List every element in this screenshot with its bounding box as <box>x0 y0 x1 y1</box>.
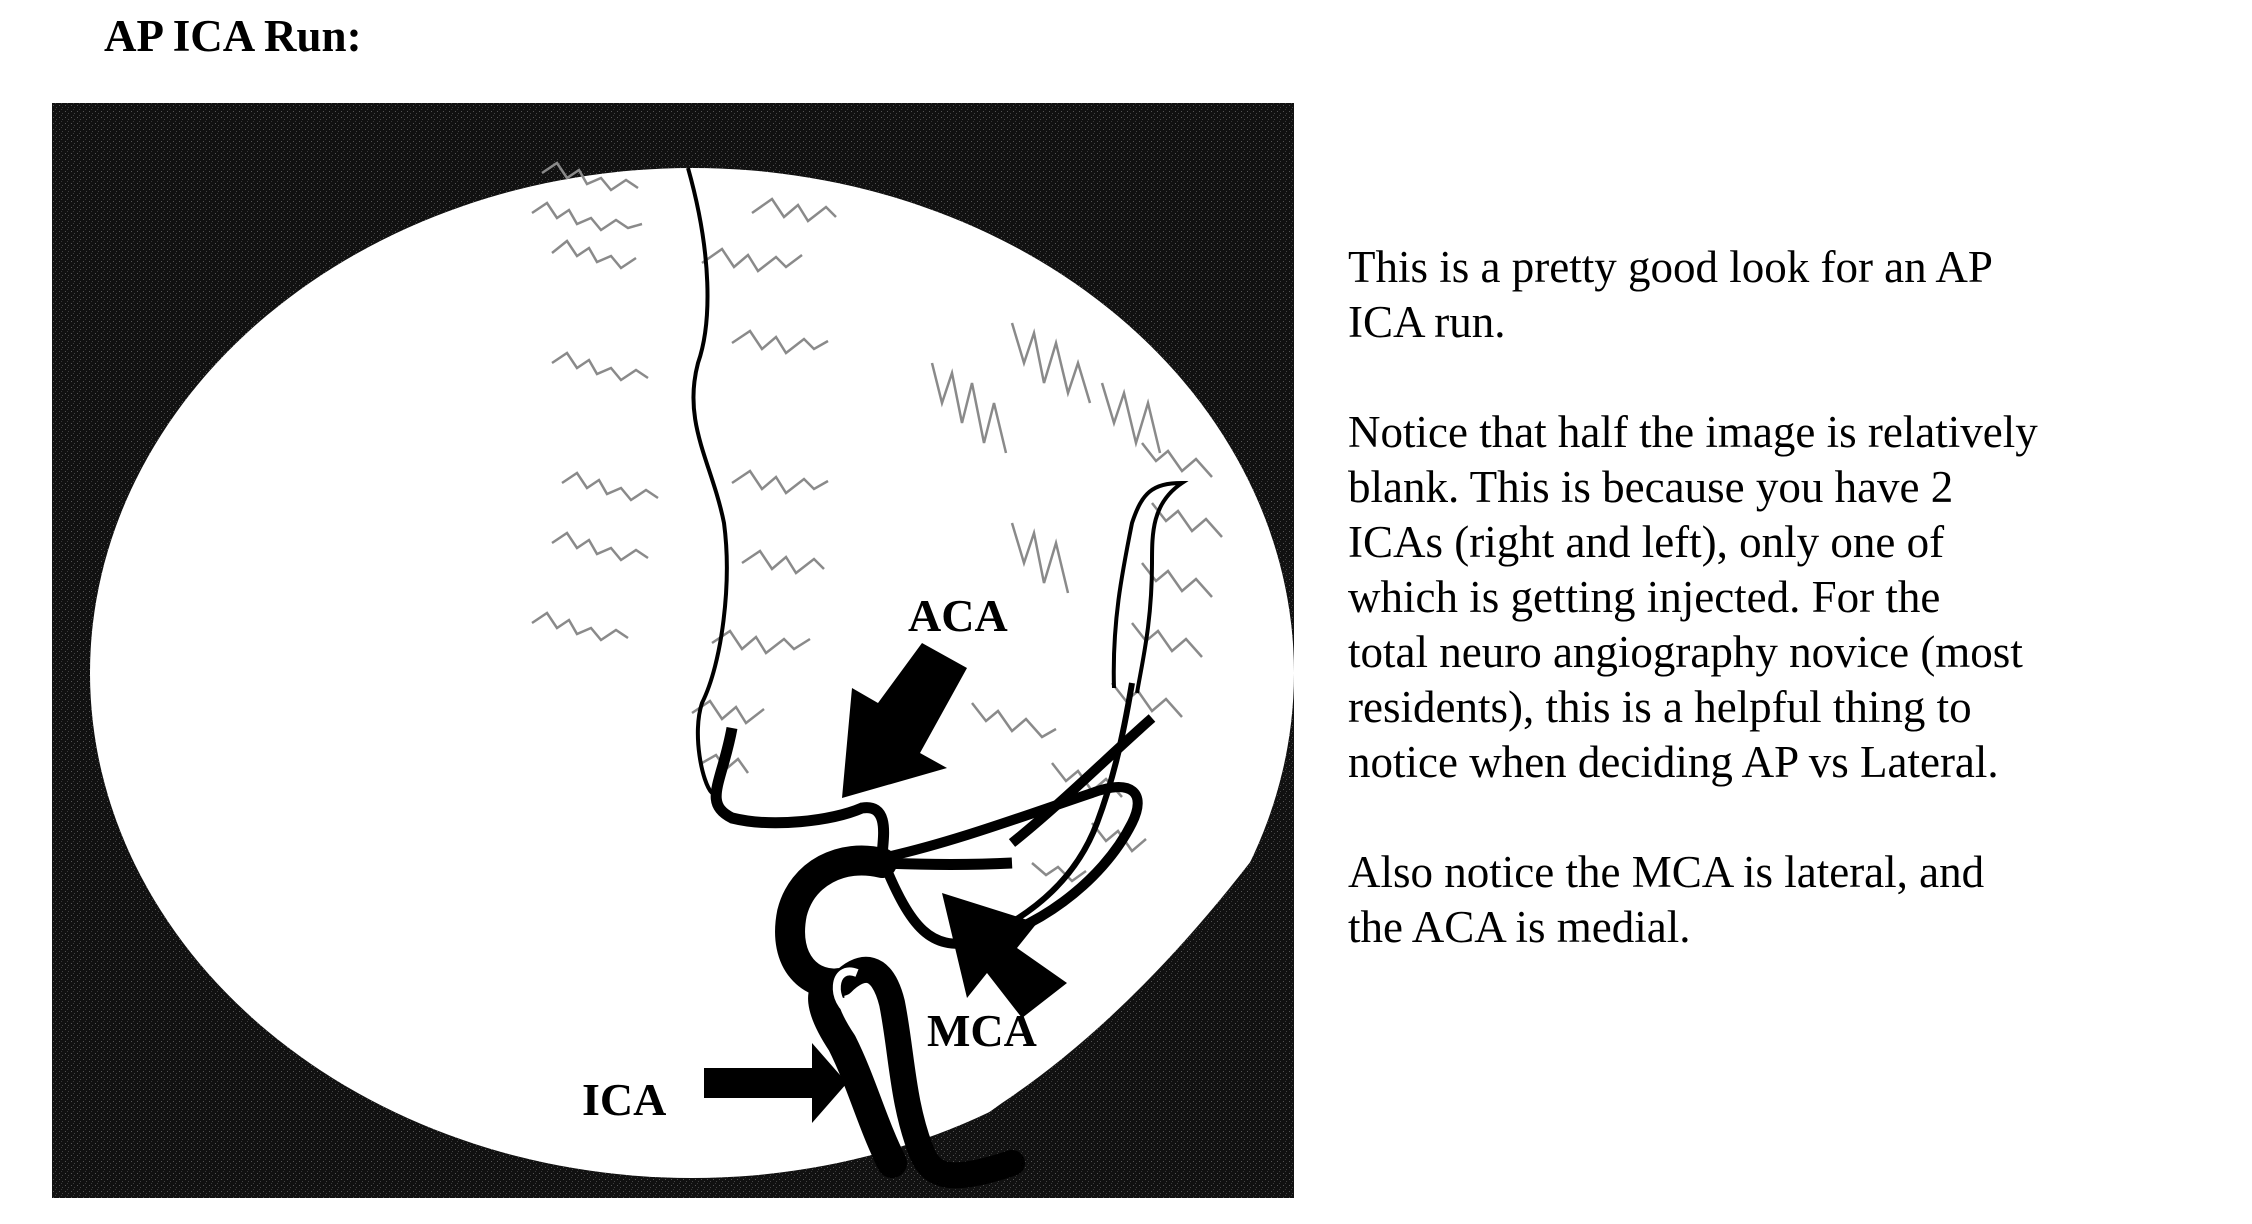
note-paragraph-3: Also notice the MCA is lateral, and the … <box>1348 847 1985 952</box>
note-paragraph-2: Notice that half the image is relatively… <box>1348 407 2038 787</box>
page-title: AP ICA Run: <box>104 11 362 61</box>
angiogram-figure: ACA MCA ICA <box>52 103 1294 1198</box>
aca-label: ACA <box>908 590 1008 641</box>
ica-label: ICA <box>582 1074 666 1125</box>
mca-m1-segment <box>881 857 1013 870</box>
note-paragraph-1: This is a pretty good look for an AP ICA… <box>1348 242 1993 347</box>
mca-label: MCA <box>927 1005 1037 1056</box>
notes-panel: This is a pretty good look for an AP ICA… <box>1348 240 2228 1010</box>
